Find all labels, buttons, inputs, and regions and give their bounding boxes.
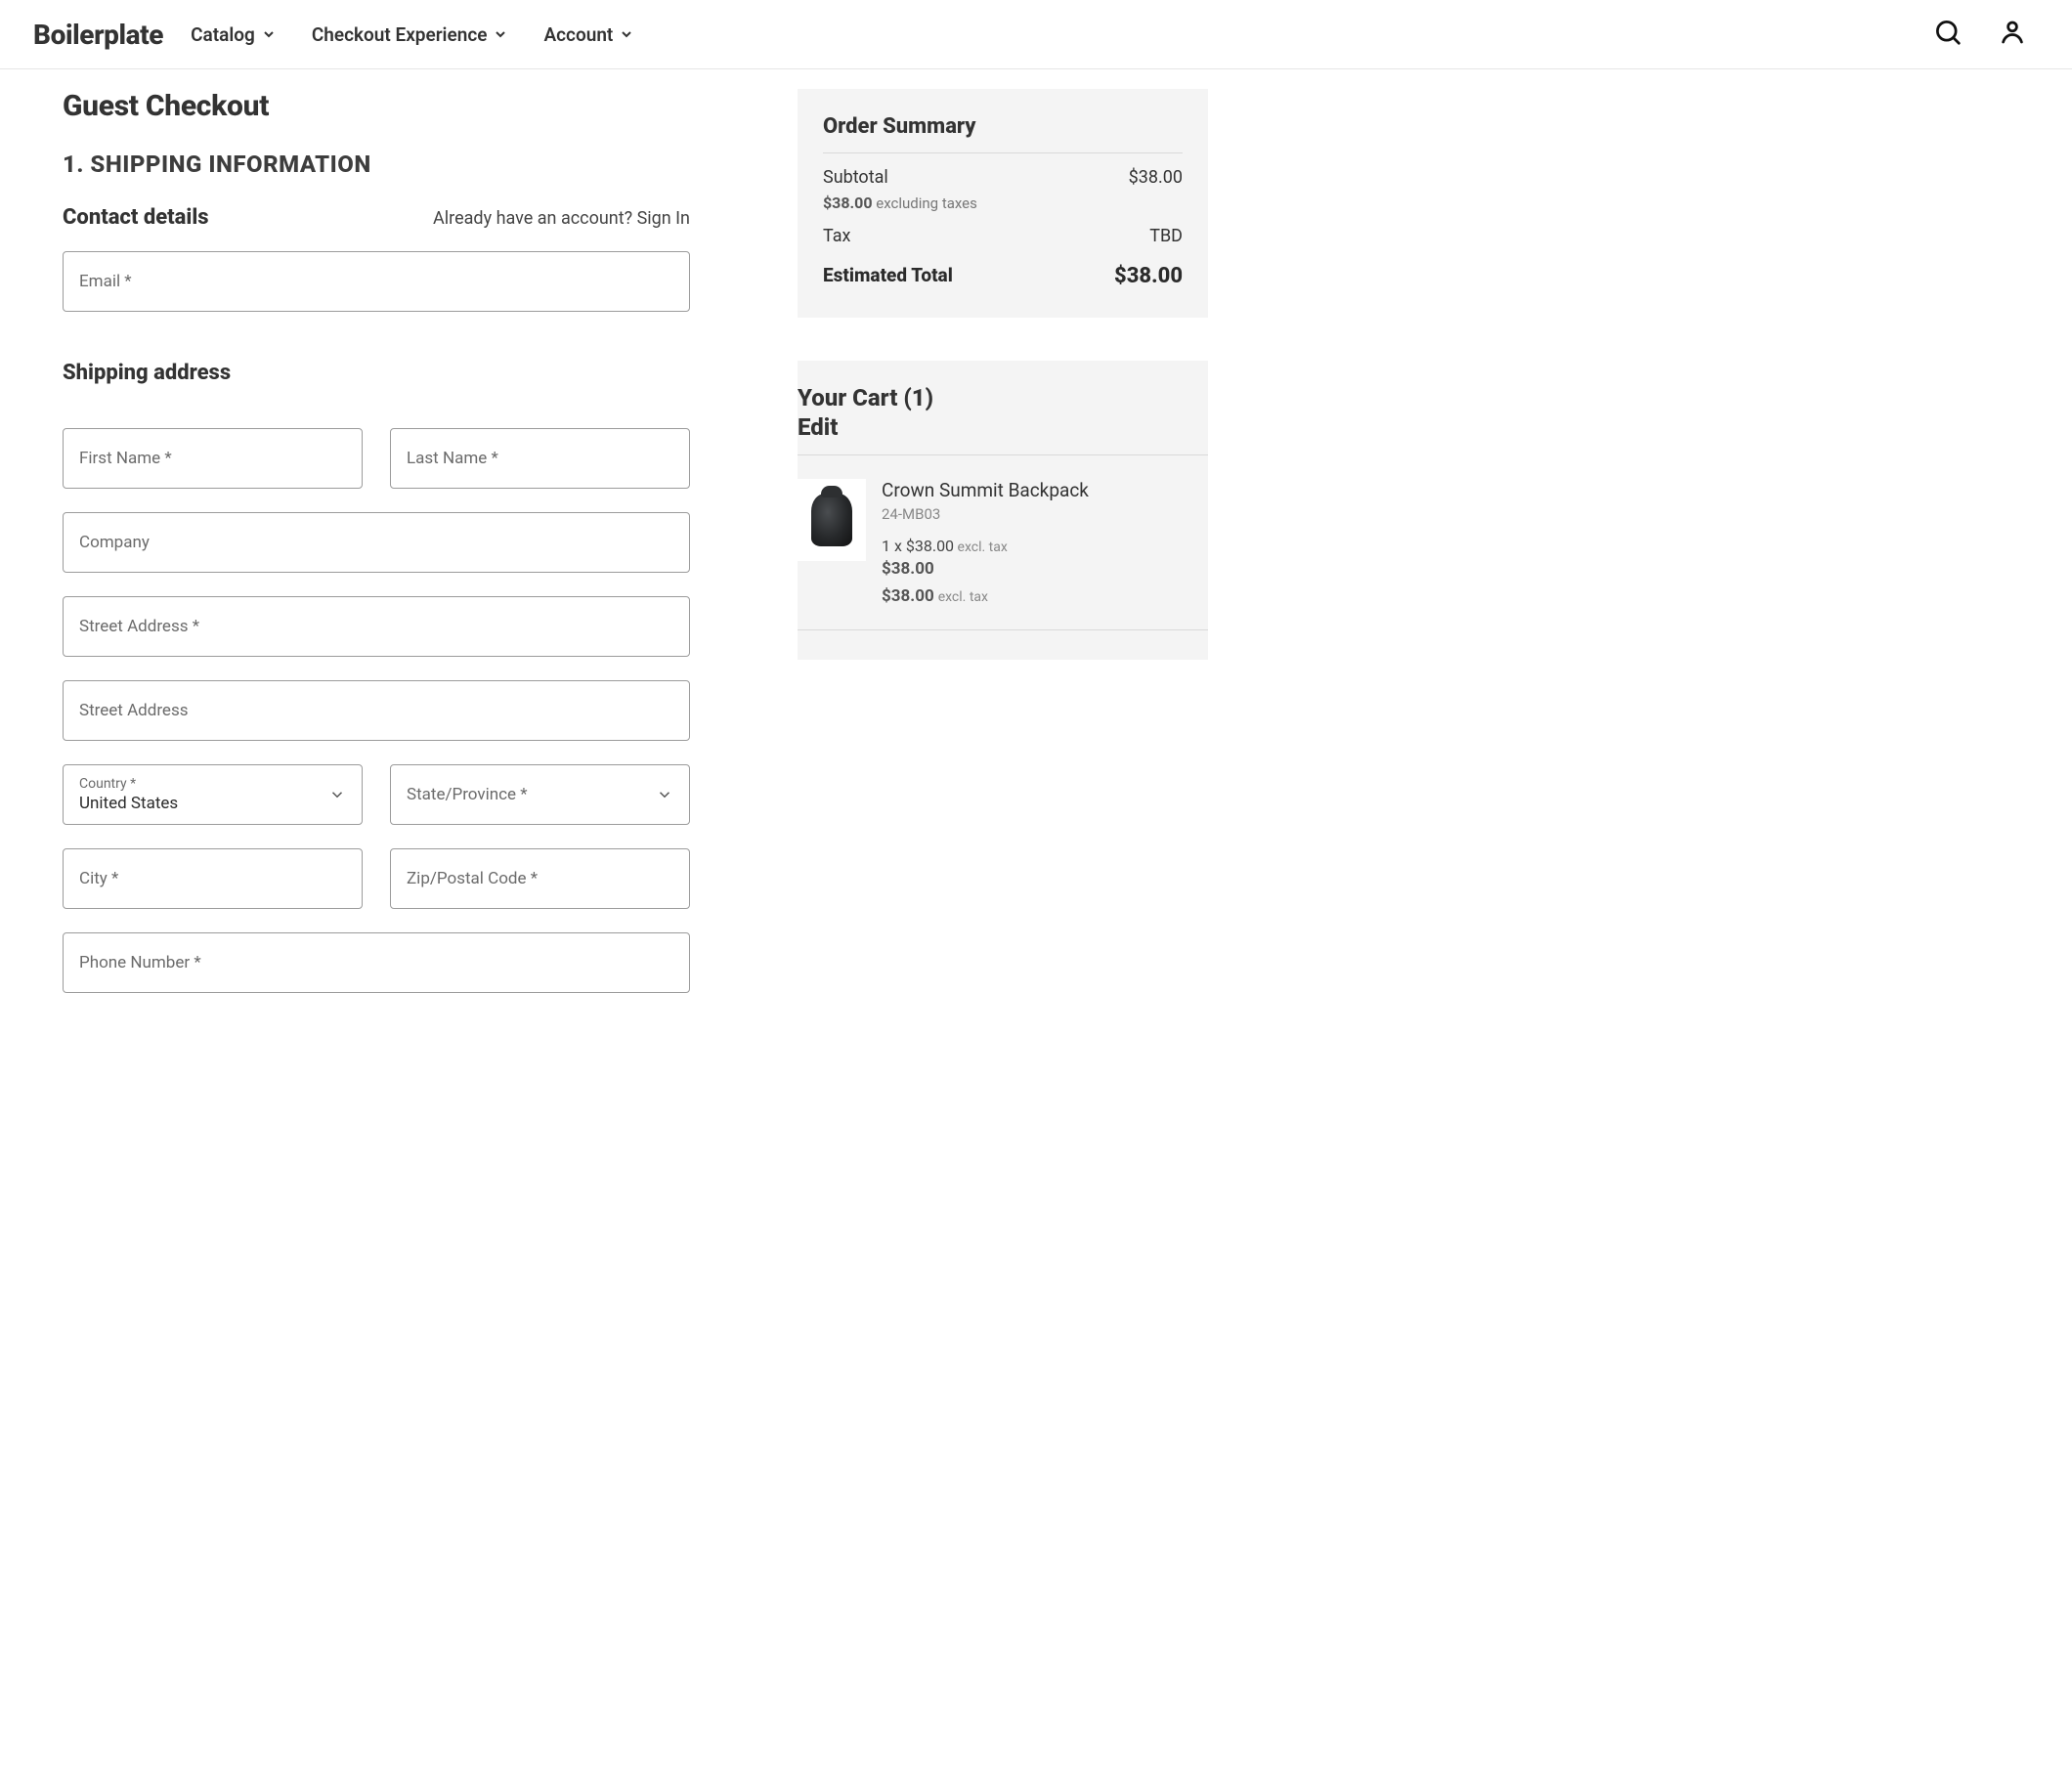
email-label: Email *: [79, 272, 132, 291]
page-title: Guest Checkout: [63, 89, 690, 123]
contact-section-head: Contact details Already have an account?…: [63, 205, 690, 230]
street1-label: Street Address *: [79, 617, 199, 636]
signin-link[interactable]: Sign In: [637, 208, 690, 229]
state-select[interactable]: State/Province *: [390, 764, 690, 825]
search-button[interactable]: [1933, 18, 1963, 51]
subtotal-label: Subtotal: [823, 167, 888, 188]
item-line-total: $38.00excl. tax: [882, 586, 1089, 606]
cart-title: Your Cart (1): [798, 382, 1183, 413]
tax-label: Tax: [823, 226, 850, 246]
chevron-down-icon: [656, 786, 673, 803]
nav-checkout-experience[interactable]: Checkout Experience: [312, 23, 509, 46]
company-label: Company: [79, 533, 150, 552]
page-body: Guest Checkout 1. SHIPPING INFORMATION C…: [0, 69, 1271, 1052]
subtotal-row: Subtotal $38.00: [823, 167, 1183, 188]
street2-field[interactable]: Street Address: [63, 680, 690, 741]
nav-account-label: Account: [543, 23, 613, 46]
last-name-label: Last Name *: [407, 449, 498, 468]
step-title: 1. SHIPPING INFORMATION: [63, 151, 690, 178]
chevron-down-icon: [328, 786, 346, 803]
country-value: United States: [79, 794, 178, 813]
street1-field[interactable]: Street Address *: [63, 596, 690, 657]
top-header: Boilerplate Catalog Checkout Experience …: [0, 0, 2072, 69]
last-name-field[interactable]: Last Name *: [390, 428, 690, 489]
cart-item-info: Crown Summit Backpack 24-MB03 1 x $38.00…: [882, 479, 1089, 606]
tax-value: TBD: [1149, 226, 1183, 246]
divider: [823, 152, 1183, 153]
item-sku: 24-MB03: [882, 505, 1089, 523]
header-icons: [1933, 18, 2039, 51]
cart-card: Your Cart (1) Edit Crown Summit Backpack…: [798, 361, 1208, 660]
cart-item: Crown Summit Backpack 24-MB03 1 x $38.00…: [798, 455, 1208, 630]
backpack-icon: [811, 494, 852, 546]
city-field[interactable]: City *: [63, 848, 363, 909]
phone-field[interactable]: Phone Number *: [63, 932, 690, 993]
chevron-down-icon: [619, 26, 634, 42]
nav-checkout-exp-label: Checkout Experience: [312, 23, 488, 46]
item-qty-text: 1 x $38.00: [882, 537, 954, 555]
item-line-total-excl: excl. tax: [938, 589, 988, 605]
country-select[interactable]: Country * United States: [63, 764, 363, 825]
nav-account[interactable]: Account: [543, 23, 634, 46]
summary-title: Order Summary: [823, 114, 1183, 139]
zip-label: Zip/Postal Code *: [407, 869, 538, 888]
total-label: Estimated Total: [823, 264, 953, 288]
cart-head: Your Cart (1) Edit: [798, 382, 1208, 455]
nav-catalog-label: Catalog: [191, 23, 255, 46]
signin-prompt-text: Already have an account?: [433, 208, 637, 229]
phone-label: Phone Number *: [79, 953, 201, 972]
order-summary: Order Summary Subtotal $38.00 $38.00 exc…: [798, 89, 1208, 318]
signin-prompt: Already have an account? Sign In: [433, 208, 690, 229]
user-icon: [1998, 18, 2027, 47]
cart-edit-link[interactable]: Edit: [798, 413, 1183, 441]
zip-field[interactable]: Zip/Postal Code *: [390, 848, 690, 909]
item-line-total-amt: $38.00: [882, 586, 934, 606]
nav-catalog[interactable]: Catalog: [191, 23, 277, 46]
email-field[interactable]: Email *: [63, 251, 690, 312]
item-price: $38.00: [882, 559, 1089, 579]
checkout-form: Email * Shipping address First Name * La…: [63, 251, 690, 993]
item-name: Crown Summit Backpack: [882, 479, 1089, 501]
country-label: Country *: [79, 776, 178, 792]
total-value: $38.00: [1114, 264, 1183, 288]
item-qty-excl: excl. tax: [954, 540, 1008, 555]
search-icon: [1933, 18, 1963, 47]
chevron-down-icon: [493, 26, 508, 42]
tax-row: Tax TBD: [823, 226, 1183, 246]
contact-title: Contact details: [63, 205, 209, 230]
item-qty: 1 x $38.00 excl. tax: [882, 537, 1089, 555]
subtotal-note-text: excluding taxes: [873, 194, 977, 212]
brand-logo[interactable]: Boilerplate: [33, 19, 163, 51]
subtotal-note-amt: $38.00: [823, 194, 873, 212]
first-name-field[interactable]: First Name *: [63, 428, 363, 489]
city-label: City *: [79, 869, 118, 888]
account-button[interactable]: [1998, 18, 2027, 51]
main-nav: Catalog Checkout Experience Account: [191, 23, 634, 46]
checkout-form-column: Guest Checkout 1. SHIPPING INFORMATION C…: [63, 89, 690, 993]
chevron-down-icon: [261, 26, 277, 42]
state-label: State/Province *: [407, 785, 528, 804]
sidebar: Order Summary Subtotal $38.00 $38.00 exc…: [798, 89, 1208, 993]
product-thumbnail: [798, 479, 866, 561]
street2-label: Street Address: [79, 701, 189, 720]
total-row: Estimated Total $38.00: [823, 264, 1183, 288]
company-field[interactable]: Company: [63, 512, 690, 573]
subtotal-note: $38.00 excluding taxes: [823, 194, 1183, 212]
subtotal-value: $38.00: [1129, 167, 1183, 188]
shipping-title: Shipping address: [63, 361, 690, 385]
first-name-label: First Name *: [79, 449, 172, 468]
